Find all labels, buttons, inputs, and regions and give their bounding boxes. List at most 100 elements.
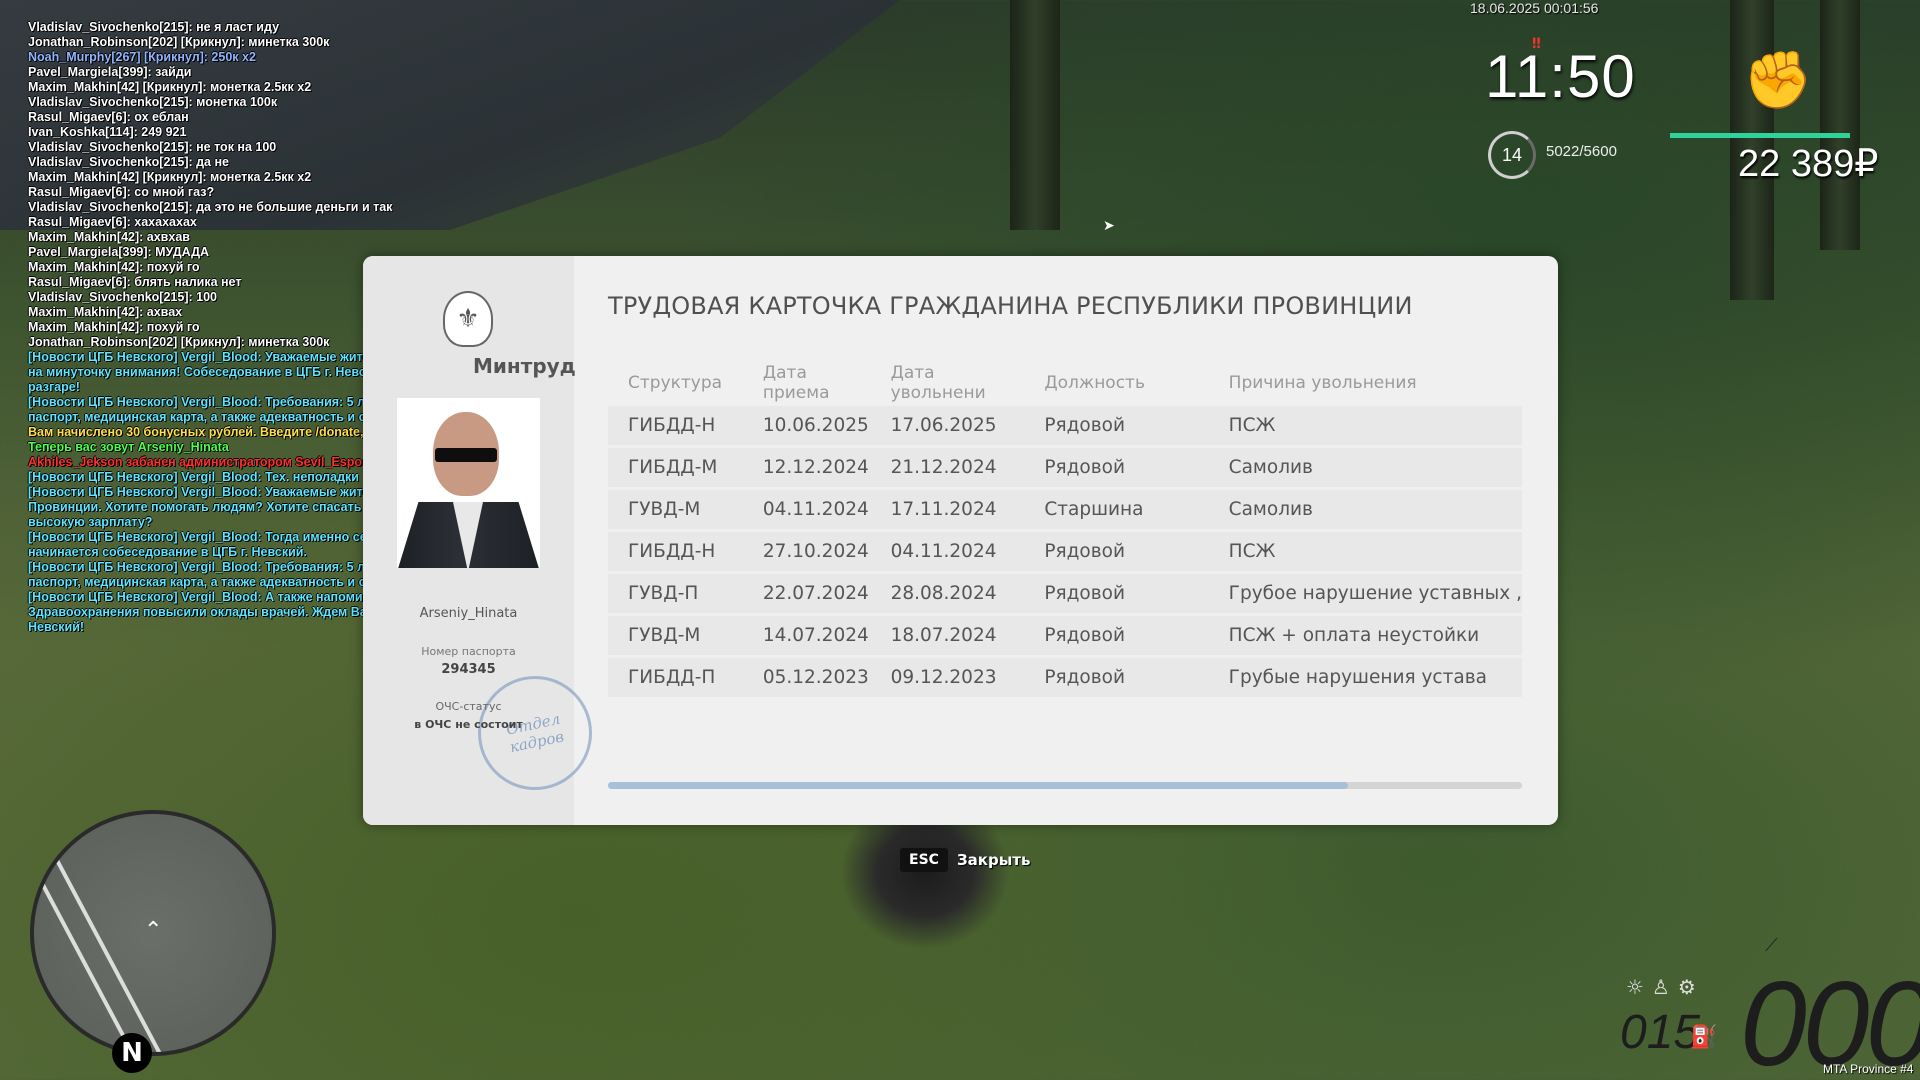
table-cell: Рядовой [1024,658,1209,697]
chat-line: Pavel_Margiela[399]: зайди [28,65,192,79]
passport-number: 294345 [441,662,496,677]
health-bar [1670,133,1850,138]
table-row: ГИБДД-Н 27.10.2024 04.11.2024 Рядовой ПСЖ [608,532,1522,571]
table-header: Структура Дата приема Дата увольнени Дол… [608,363,1522,403]
game-clock: 11:50 [1485,43,1636,110]
table-cell: Рядовой [1024,448,1209,487]
ochs-status-label: ОЧС-статус [435,700,502,713]
xp-counter: 5022/5600 [1546,143,1617,160]
table-cell: ГИБДД-М [608,448,743,487]
table-cell: Самолив [1208,490,1522,529]
table-cell: 17.11.2024 [870,490,1025,529]
ministry-label: Минтруд [473,354,576,378]
motorcycle [840,820,1010,950]
table-cell: ГУВД-М [608,616,743,655]
citizen-photo [397,398,540,568]
server-datetime: 18.06.2025 00:01:56 [1470,0,1599,16]
table-cell: Самолив [1208,448,1522,487]
chat-line: Noah_Murphy[267] [Крикнул]: 250к х2 [28,50,256,64]
table-cell: ГУВД-М [608,490,743,529]
card-sidebar: ⚜ Минтруд Отдел кадров Arseniy_Hinata Но… [363,256,603,825]
mouse-cursor-icon: ➤ [1103,218,1115,234]
table-cell: ГИБДД-П [608,658,743,697]
server-name: MTA Province #4 [1823,1062,1914,1076]
tree-trunk [1820,0,1860,250]
chat-line: Vladislav_Sivochenko[215]: монетка 100к [28,95,278,109]
north-indicator: N [112,1033,152,1073]
table-cell: 17.06.2025 [870,406,1025,445]
column-header: Дата приема [762,363,830,403]
column-header: Структура [628,373,723,393]
table-cell: Рядовой [1024,574,1209,613]
table-cell: 12.12.2024 [742,448,871,487]
close-button[interactable]: Закрыть [957,851,1030,869]
column-header: Причина увольнения [1228,373,1417,393]
chat-line: Vladislav_Sivochenko[215]: да не [28,155,229,169]
citizen-name: Arseniy_Hinata [419,606,518,621]
table-cell: ГИБДД-Н [608,532,743,571]
table-cell: 27.10.2024 [742,532,871,571]
table-cell: Рядовой [1024,532,1209,571]
table-cell: 21.12.2024 [870,448,1025,487]
player-marker-icon: ⌃ [144,918,163,943]
chat-line: Rasul_Migaev[6]: хахахахах [28,215,197,229]
chat-line: Rasul_Migaev[6]: со мной газ? [28,185,215,199]
table-cell: ГИБДД-Н [608,406,743,445]
table-cell: 18.07.2024 [870,616,1025,655]
chat-line: Jonathan_Robinson[202] [Крикнул]: минетк… [28,35,330,49]
chat-line: Vladislav_Sivochenko[215]: не я ласт иду [28,20,280,34]
chat-line: Maxim_Makhin[42] [Крикнул]: монетка 2.5к… [28,80,312,94]
chat-line: Vladislav_Sivochenko[215]: не ток на 100 [28,140,277,154]
chat-line: Maxim_Makhin[42]: ахвхав [28,230,190,244]
table-cell: 05.12.2023 [742,658,871,697]
table-row: ГИБДД-П 05.12.2023 09.12.2023 Рядовой Грубые… [608,658,1522,697]
scrollbar-thumb[interactable] [608,782,1349,789]
card-title: ТРУДОВАЯ КАРТОЧКА ГРАЖДАНИНА РЕСПУБЛИКИ … [608,292,1413,320]
table-cell: Грубые нарушения устава [1208,658,1522,697]
table-cell: 04.11.2024 [870,532,1025,571]
chat-line: Rasul_Migaev[6]: ох еблан [28,110,189,124]
column-header: Должность [1044,373,1145,393]
table-cell: 10.06.2025 [742,406,871,445]
vehicle-status-icons: ☼♙⚙ [1626,975,1704,999]
table-row: ГИБДД-М 12.12.2024 21.12.2024 Рядовой Самоли… [608,448,1522,487]
ochs-status-value: в ОЧС не состоит [414,718,523,731]
table-cell: 14.07.2024 [742,616,871,655]
table-row: ГУВД-П 22.07.2024 28.08.2024 Рядовой Грубое … [608,574,1522,613]
table-cell: Рядовой [1024,616,1209,655]
column-header: Дата увольнени [890,363,986,403]
employment-card: ⚜ Минтруд Отдел кадров Arseniy_Hinata Но… [363,256,1558,825]
money-display: 22 389₽ [1738,143,1879,185]
fuel-pump-icon: ⛽ [1690,1025,1718,1050]
table-cell: ГУВД-П [608,574,743,613]
table-cell: 09.12.2023 [870,658,1025,697]
rpm-icon: ⟋ [1765,935,1778,956]
table-row: ГИБДД-Н 10.06.2025 17.06.2025 Рядовой ПСЖ [608,406,1522,445]
fist-weapon-icon: ✊ [1743,48,1813,113]
fuel-level: 015 [1620,1006,1701,1059]
chat-line: Maxim_Makhin[42] [Крикнул]: монетка 2.5к… [28,170,312,184]
minimap: ⌃ [30,810,276,1056]
level-value: 14 [1501,144,1523,165]
table-cell: Старшина [1024,490,1209,529]
table-row: ГУВД-М 04.11.2024 17.11.2024 Старшина Самоли… [608,490,1522,529]
coat-of-arms-icon: ⚜ [443,291,493,347]
tree-trunk [1010,0,1060,230]
table-cell: 04.11.2024 [742,490,871,529]
table-cell: 28.08.2024 [870,574,1025,613]
chat-line: Ivan_Koshka[114]: 249 921 [28,125,187,139]
table-cell: Рядовой [1024,406,1209,445]
passport-label: Номер паспорта [421,645,516,658]
table-cell: ПСЖ [1208,532,1522,571]
level-indicator: 14 [1488,131,1536,179]
table-cell: Грубое нарушение уставных , [1208,574,1522,613]
horizontal-scrollbar[interactable] [608,782,1522,789]
table-row: ГУВД-М 14.07.2024 18.07.2024 Рядовой ПСЖ + о… [608,616,1522,655]
employment-history-table: Структура Дата приема Дата увольнени Дол… [608,360,1522,700]
table-cell: ПСЖ [1208,406,1522,445]
esc-key-hint[interactable]: ESC [900,848,948,872]
chat-line: Vladislav_Sivochenko[215]: да это не бол… [28,200,393,214]
table-cell: 22.07.2024 [742,574,871,613]
table-cell: ПСЖ + оплата неустойки [1208,616,1522,655]
hr-stamp: Отдел кадров [467,665,603,801]
